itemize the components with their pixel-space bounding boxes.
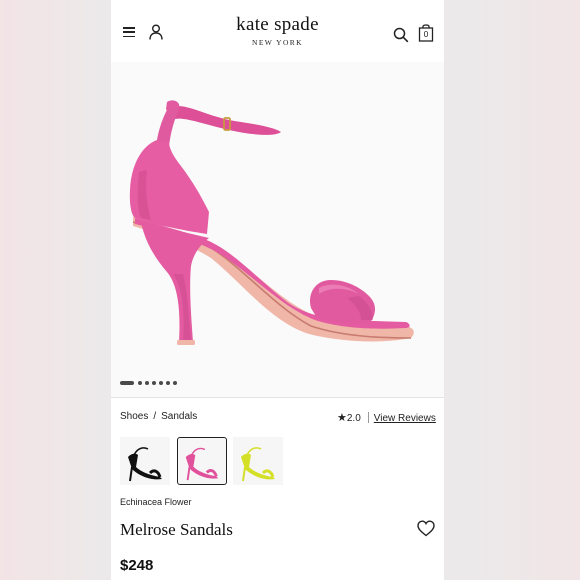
breadcrumb: Shoes / Sandals [120,411,197,422]
pagination-dot[interactable] [145,381,149,385]
heart-icon[interactable] [417,520,435,537]
breadcrumb-item-shoes[interactable]: Shoes [120,411,148,422]
pagination-dot[interactable] [173,381,177,385]
pink-sandal-thumbnail [185,447,219,481]
pagination-dot[interactable] [166,381,170,385]
color-swatch-black[interactable] [120,437,170,485]
sandal-illustration [129,100,414,345]
breadcrumb-item-sandals[interactable]: Sandals [161,411,197,422]
pagination-dot[interactable] [138,381,142,385]
color-swatch-lime[interactable] [233,437,283,485]
product-title: Melrose Sandals [120,520,233,539]
product-price: $248 [120,557,154,574]
color-swatch-pink[interactable] [177,437,227,485]
rating-value: 2.0 [346,413,361,424]
search-icon[interactable] [393,27,409,43]
mobile-page: kate spade NEW YORK 0 Shoes / Sandals ★2… [111,0,444,580]
selected-color-name: Echinacea Flower [120,497,192,507]
divider [111,397,444,398]
star-icon: ★ [337,412,347,424]
pagination-dot[interactable] [159,381,163,385]
rating-divider [367,412,369,423]
view-reviews-link[interactable]: View Reviews [374,413,436,424]
gallery-pagination[interactable] [111,380,444,388]
lime-sandal-thumbnail [241,447,275,482]
site-header: kate spade NEW YORK 0 [111,0,444,62]
product-rating: ★2.0 View Reviews [337,411,436,424]
pagination-dot[interactable] [152,381,156,385]
black-sandal-thumbnail [128,447,162,482]
bag-count: 0 [423,30,429,39]
breadcrumb-separator: / [153,411,157,422]
pagination-dot[interactable] [120,381,134,385]
product-image[interactable] [111,62,444,397]
